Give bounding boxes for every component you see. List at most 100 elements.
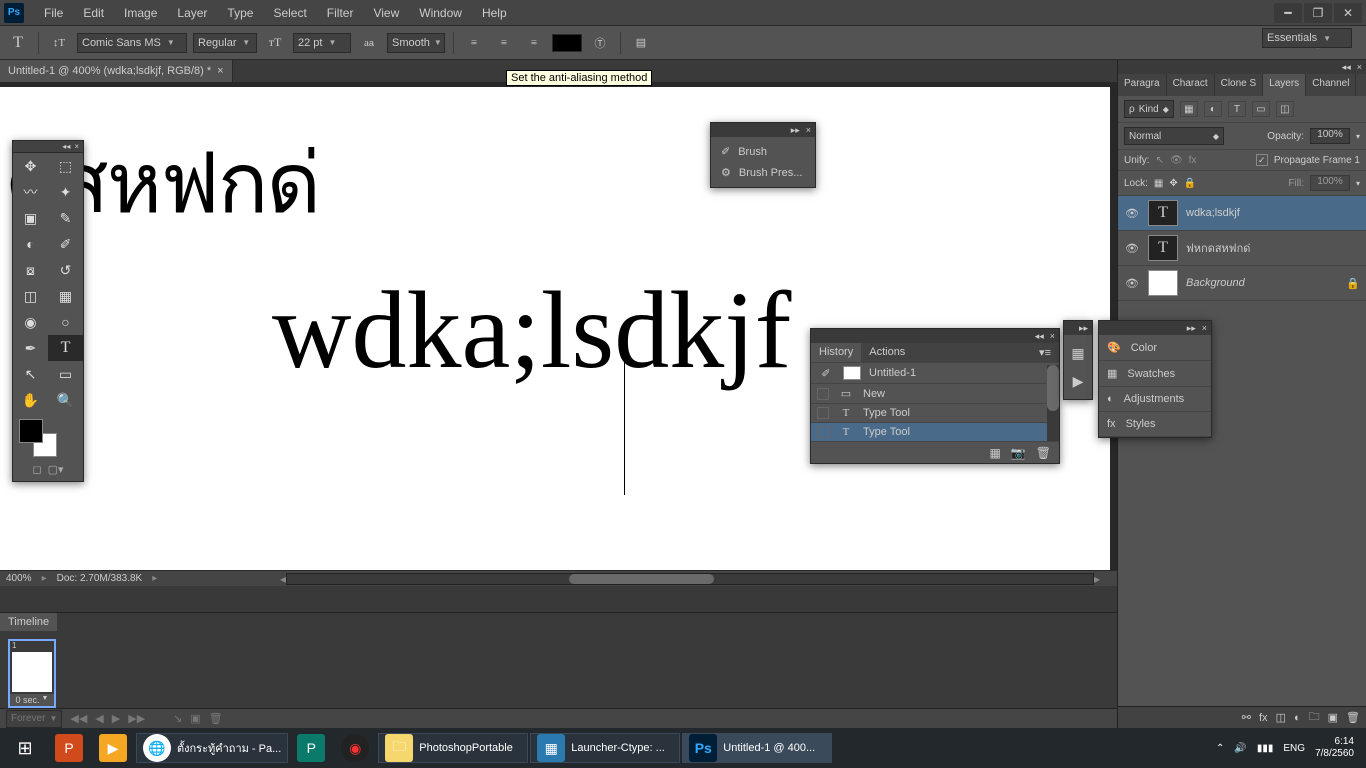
panel-menu-icon[interactable]: ▾≡ — [1031, 343, 1059, 362]
taskbar-app[interactable]: ▦Launcher-Ctype: ... — [530, 733, 680, 763]
brush-presets-item[interactable]: ⚙Brush Pres... — [719, 162, 807, 183]
clone-stamp-tool[interactable]: ⧇ — [13, 257, 48, 283]
fill-input[interactable]: 100% — [1310, 175, 1350, 191]
align-right-icon[interactable]: ≡ — [522, 31, 546, 55]
dodge-tool[interactable]: ○ — [48, 309, 83, 335]
align-left-icon[interactable]: ≡ — [462, 31, 486, 55]
character-panel-icon[interactable]: ▤ — [629, 31, 653, 55]
filter-kind-select[interactable]: ρKind◆ — [1124, 100, 1174, 118]
panel-header[interactable]: ▸▸ — [1064, 321, 1092, 335]
language-indicator[interactable]: ENG — [1283, 743, 1305, 754]
visibility-icon[interactable]: 👁 — [1124, 207, 1140, 220]
unify-position-icon[interactable]: ↖ — [1156, 155, 1164, 166]
type-tool-icon[interactable]: T — [6, 31, 30, 55]
adjustments-panel-button[interactable]: ◐Adjustments — [1099, 387, 1211, 412]
frame-duration[interactable]: 0 sec. — [16, 695, 40, 705]
next-frame-icon[interactable]: ▶▶ — [128, 712, 145, 725]
filter-shape-icon[interactable]: ▭ — [1252, 101, 1270, 117]
eyedropper-tool[interactable]: ✎ — [48, 205, 83, 231]
text-color-swatch[interactable] — [552, 34, 582, 52]
opacity-input[interactable]: 100% — [1310, 128, 1350, 144]
brush-panel-item[interactable]: ✐Brush — [719, 141, 807, 162]
layer-name[interactable]: Background — [1186, 277, 1245, 289]
actions-tab[interactable]: Actions — [861, 343, 913, 362]
lock-icon[interactable]: 🔒 — [1346, 277, 1360, 290]
panel-header[interactable]: ◂◂× — [811, 329, 1059, 343]
text-orientation-icon[interactable]: ↕T — [47, 31, 71, 55]
taskbar-app[interactable]: 🌐ตั้งกระทู้คำถาม - Pa... — [136, 733, 288, 763]
swatches-panel-button[interactable]: ▦Swatches — [1099, 361, 1211, 387]
snapshot-icon[interactable]: 📷 — [1011, 446, 1026, 460]
propagate-checkbox[interactable]: ✓ — [1256, 154, 1268, 166]
path-select-tool[interactable]: ↖ — [13, 361, 48, 387]
zoom-tool[interactable]: 🔍 — [48, 387, 83, 413]
new-frame-icon[interactable]: ▣ — [190, 712, 200, 725]
filter-adjust-icon[interactable]: ◐ — [1204, 101, 1222, 117]
filter-smart-icon[interactable]: ◫ — [1276, 101, 1294, 117]
channels-tab[interactable]: Channel — [1306, 74, 1356, 96]
gradient-tool[interactable]: ▦ — [48, 283, 83, 309]
start-button[interactable]: ⊞ — [4, 733, 46, 763]
unify-style-icon[interactable]: fx — [1189, 155, 1197, 166]
hand-tool[interactable]: ✋ — [13, 387, 48, 413]
menu-edit[interactable]: Edit — [73, 2, 114, 24]
type-tool[interactable]: T — [48, 335, 83, 361]
close-tab-icon[interactable]: × — [217, 65, 223, 77]
visibility-icon[interactable]: 👁 — [1124, 242, 1140, 255]
close-window-button[interactable]: ✕ — [1334, 3, 1362, 23]
trash-icon[interactable]: 🗑 — [1346, 711, 1360, 724]
menu-window[interactable]: Window — [409, 2, 472, 24]
chevron-right-icon[interactable]: ▸ — [42, 573, 47, 584]
zoom-level[interactable]: 400% — [6, 573, 32, 584]
blur-tool[interactable]: ◉ — [13, 309, 48, 335]
horizontal-scrollbar[interactable]: ◀ ▶ — [280, 572, 1100, 586]
menu-file[interactable]: File — [34, 2, 73, 24]
history-scrollbar[interactable] — [1047, 365, 1059, 441]
clone-source-tab[interactable]: Clone S — [1215, 74, 1264, 96]
loop-select[interactable]: Forever▼ — [6, 710, 62, 728]
panel-header[interactable]: ▸▸× — [1099, 321, 1211, 335]
volume-icon[interactable]: 🔊 — [1234, 743, 1246, 754]
move-tool[interactable]: ✥ — [13, 153, 48, 179]
fx-icon[interactable]: fx — [1259, 712, 1268, 724]
layer-row[interactable]: 👁 T wdka;lsdkjf — [1118, 196, 1366, 231]
color-panel-button[interactable]: 🎨Color — [1099, 335, 1211, 361]
unify-visibility-icon[interactable]: 👁 — [1170, 155, 1183, 166]
panel-header[interactable]: ◂◂× — [1118, 60, 1366, 74]
lock-pixels-icon[interactable]: ▦ — [1154, 178, 1163, 189]
menu-select[interactable]: Select — [263, 2, 316, 24]
layers-tab[interactable]: Layers — [1263, 74, 1306, 96]
paragraph-tab[interactable]: Paragra — [1118, 74, 1167, 96]
taskbar-app[interactable]: ◉ — [334, 733, 376, 763]
font-family-select[interactable]: Comic Sans MS▼ — [77, 33, 187, 53]
filter-pixel-icon[interactable]: ▦ — [1180, 101, 1198, 117]
menu-type[interactable]: Type — [217, 2, 263, 24]
pen-tool[interactable]: ✒ — [13, 335, 48, 361]
lasso-tool[interactable]: 〰 — [13, 179, 48, 205]
history-brush-tool[interactable]: ↺ — [48, 257, 83, 283]
menu-help[interactable]: Help — [472, 2, 517, 24]
menu-view[interactable]: View — [363, 2, 409, 24]
trash-icon[interactable]: 🗑 — [209, 712, 223, 725]
mask-icon[interactable]: ◫ — [1276, 711, 1286, 724]
color-swatch[interactable] — [17, 417, 79, 457]
document-tab[interactable]: Untitled-1 @ 400% (wdka;lsdkjf, RGB/8) *… — [0, 60, 233, 82]
lock-position-icon[interactable]: ✥ — [1169, 178, 1177, 189]
trash-icon[interactable]: 🗑 — [1036, 446, 1051, 460]
warp-text-icon[interactable]: Ⓣ — [588, 31, 612, 55]
filter-type-icon[interactable]: T — [1228, 101, 1246, 117]
first-frame-icon[interactable]: ◀◀ — [70, 712, 87, 725]
history-row[interactable]: TType Tool — [811, 422, 1059, 441]
font-style-select[interactable]: Regular▼ — [193, 33, 257, 53]
clock[interactable]: 6:14 7/8/2560 — [1315, 736, 1354, 760]
panel-header[interactable]: ▸▸× — [711, 123, 815, 137]
prev-frame-icon[interactable]: ◀ — [95, 712, 103, 725]
layer-name[interactable]: ฟหกดสหฟกด่ — [1186, 239, 1250, 257]
timeline-frame[interactable]: 1 0 sec.▼ — [8, 639, 56, 708]
minimize-button[interactable]: ━ — [1274, 3, 1302, 23]
eraser-tool[interactable]: ◫ — [13, 283, 48, 309]
maximize-button[interactable]: ❐ — [1304, 3, 1332, 23]
history-row[interactable]: TType Tool — [811, 403, 1059, 422]
antialias-select[interactable]: Smooth▼ — [387, 33, 445, 53]
brush-tool[interactable]: ✐ — [48, 231, 83, 257]
